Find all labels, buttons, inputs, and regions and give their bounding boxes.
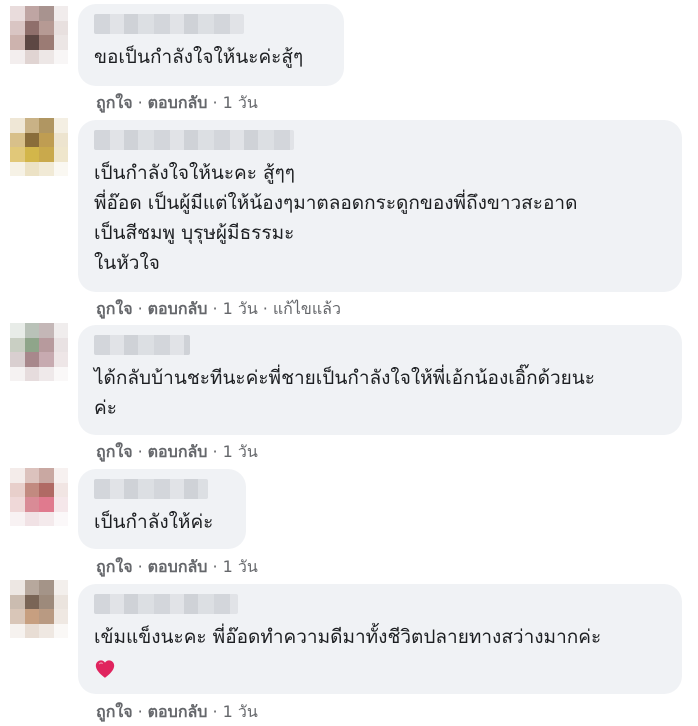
timestamp[interactable]: 1 วัน <box>223 299 258 318</box>
separator: · <box>137 557 143 576</box>
separator: · <box>212 299 218 318</box>
separator: · <box>212 557 218 576</box>
comment-text: เป็นกำลังใจให้นะคะ สู้ๆๆ พี่อ๊อด เป็นผู้… <box>94 162 578 274</box>
comment-actions: ถูกใจ · ตอบกลับ · 1 วัน <box>96 700 258 725</box>
comment-bubble: ได้กลับบ้านชะทีนะค่ะพี่ชายเป็นกำลังใจให้… <box>78 325 682 435</box>
separator: · <box>262 299 268 318</box>
author-name-blurred[interactable] <box>94 335 190 355</box>
author-name-blurred[interactable] <box>94 14 244 34</box>
like-button[interactable]: ถูกใจ <box>96 702 133 721</box>
comment-actions: ถูกใจ · ตอบกลับ · 1 วัน <box>96 555 258 580</box>
separator: · <box>212 702 218 721</box>
comment-actions: ถูกใจ · ตอบกลับ · 1 วัน <box>96 91 258 116</box>
timestamp[interactable]: 1 วัน <box>223 702 258 721</box>
separator: · <box>137 442 143 461</box>
comment-text: ได้กลับบ้านชะทีนะค่ะพี่ชายเป็นกำลังใจให้… <box>94 367 595 419</box>
comment-bubble: ขอเป็นกำลังใจให้นะค่ะสู้ๆ <box>78 4 344 86</box>
comment-text: เป็นกำลังให้ค่ะ <box>94 511 214 533</box>
edited-label[interactable]: แก้ไขแล้ว <box>273 299 341 318</box>
timestamp[interactable]: 1 วัน <box>223 93 258 112</box>
author-name-blurred[interactable] <box>94 479 208 499</box>
comment-actions: ถูกใจ · ตอบกลับ · 1 วัน · แก้ไขแล้ว <box>96 297 341 322</box>
avatar[interactable] <box>10 118 68 176</box>
comment-bubble: เป็นกำลังให้ค่ะ <box>78 469 246 549</box>
reply-button[interactable]: ตอบกลับ <box>148 93 208 112</box>
comment-bubble: เข้มแข็งนะคะ พี่อ๊อดทำความดีมาทั้งชีวิตป… <box>78 584 682 694</box>
reply-button[interactable]: ตอบกลับ <box>148 557 208 576</box>
separator: · <box>212 442 218 461</box>
red-heart-icon <box>94 658 116 680</box>
timestamp[interactable]: 1 วัน <box>223 442 258 461</box>
timestamp[interactable]: 1 วัน <box>223 557 258 576</box>
like-button[interactable]: ถูกใจ <box>96 442 133 461</box>
author-name-blurred[interactable] <box>94 594 238 614</box>
reply-button[interactable]: ตอบกลับ <box>148 442 208 461</box>
separator: · <box>137 299 143 318</box>
separator: · <box>137 93 143 112</box>
comment-text: เข้มแข็งนะคะ พี่อ๊อดทำความดีมาทั้งชีวิตป… <box>94 626 602 648</box>
comment-text: ขอเป็นกำลังใจให้นะค่ะสู้ๆ <box>94 46 304 68</box>
avatar[interactable] <box>10 580 68 638</box>
separator: · <box>137 702 143 721</box>
author-name-blurred[interactable] <box>94 130 294 150</box>
separator: · <box>212 93 218 112</box>
comment-actions: ถูกใจ · ตอบกลับ · 1 วัน <box>96 440 258 465</box>
reply-button[interactable]: ตอบกลับ <box>148 702 208 721</box>
reply-button[interactable]: ตอบกลับ <box>148 299 208 318</box>
avatar[interactable] <box>10 468 68 526</box>
like-button[interactable]: ถูกใจ <box>96 93 133 112</box>
avatar[interactable] <box>10 6 68 64</box>
like-button[interactable]: ถูกใจ <box>96 557 133 576</box>
avatar[interactable] <box>10 323 68 381</box>
like-button[interactable]: ถูกใจ <box>96 299 133 318</box>
comment-bubble: เป็นกำลังใจให้นะคะ สู้ๆๆ พี่อ๊อด เป็นผู้… <box>78 120 682 292</box>
